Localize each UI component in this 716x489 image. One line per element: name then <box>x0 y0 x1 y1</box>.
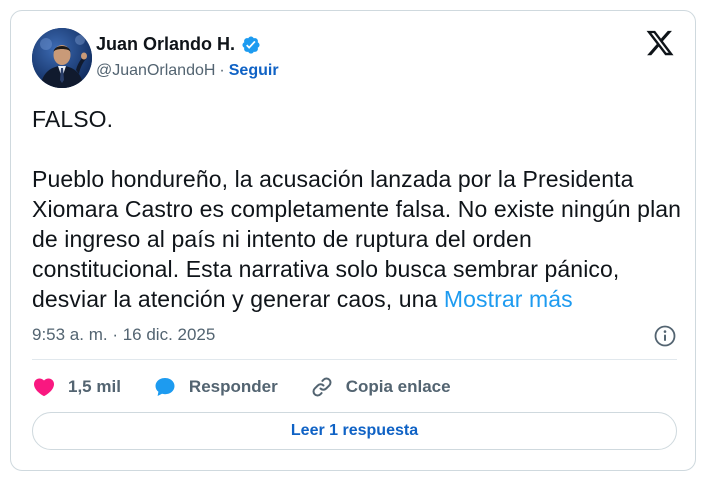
avatar[interactable] <box>32 28 92 88</box>
like-button[interactable]: 1,5 mil <box>32 375 121 399</box>
like-count: 1,5 mil <box>68 377 121 396</box>
timestamp-row: 9:53 a. m. · 16 dic. 2025 <box>32 324 677 348</box>
timestamp[interactable]: 9:53 a. m. · 16 dic. 2025 <box>32 325 215 345</box>
tweet-text-line1: FALSO. <box>32 106 114 132</box>
author-handle[interactable]: @JuanOrlandoH <box>96 62 215 80</box>
link-icon <box>312 377 332 397</box>
tweet-body-text: Pueblo hondureño, la acusación lanzada p… <box>32 166 682 312</box>
reply-button[interactable]: Responder <box>153 375 278 399</box>
action-bar: 1,5 mil Responder Copia enlace <box>32 371 451 403</box>
info-icon[interactable] <box>653 324 677 348</box>
heart-icon <box>33 378 55 397</box>
copy-link-label: Copia enlace <box>345 377 451 396</box>
copy-link-button[interactable]: Copia enlace <box>310 375 451 399</box>
tweet-text-body: Pueblo hondureño, la acusación lanzada p… <box>32 164 682 314</box>
x-logo-icon[interactable] <box>645 28 675 58</box>
tweet-text: FALSO. Pueblo hondureño, la acusación la… <box>32 104 682 314</box>
reply-bubble-icon <box>155 378 175 396</box>
follow-button[interactable]: Seguir <box>229 62 279 80</box>
verified-badge-icon <box>242 35 260 54</box>
author-name-row: Juan Orlando H. <box>96 34 261 55</box>
avatar-image <box>32 28 92 88</box>
author-name[interactable]: Juan Orlando H. <box>96 34 235 55</box>
reply-label: Responder <box>188 377 278 396</box>
separator-dot: · <box>219 62 225 79</box>
author-handle-row: @JuanOrlandoH · Seguir <box>96 62 279 80</box>
show-more-link[interactable]: Mostrar más <box>444 286 573 312</box>
divider <box>32 359 677 360</box>
read-replies-button[interactable]: Leer 1 respuesta <box>32 412 677 450</box>
read-replies-label: Leer 1 respuesta <box>290 422 419 439</box>
tweet-card: Juan Orlando H. @JuanOrlandoH · Seguir F… <box>10 10 696 471</box>
